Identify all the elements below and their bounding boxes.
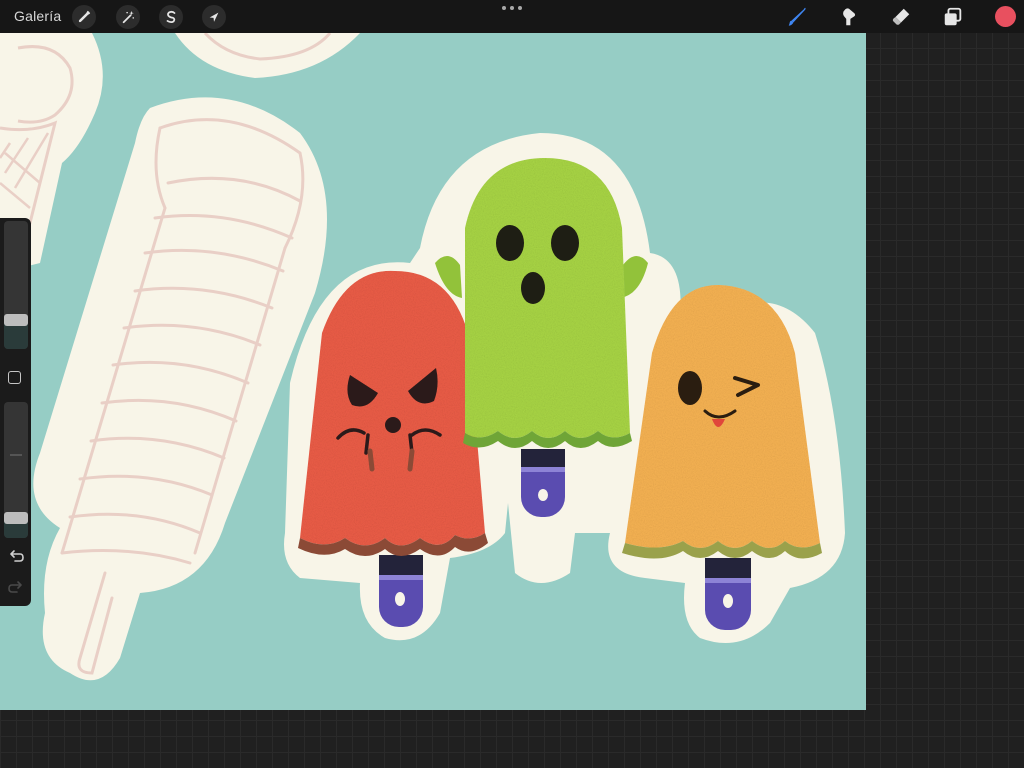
gallery-button[interactable]: Galería xyxy=(14,8,61,24)
magic-wand-icon xyxy=(122,10,135,24)
color-picker-swatch[interactable] xyxy=(995,6,1016,27)
brush-opacity-slider[interactable] xyxy=(4,402,28,538)
redo-icon[interactable] xyxy=(8,579,24,595)
smudge-icon xyxy=(843,8,856,26)
procreate-app: Galería xyxy=(0,0,1024,768)
brush-opacity-thumb[interactable] xyxy=(4,512,28,524)
top-toolbar: Galería xyxy=(0,0,1024,33)
actions-button[interactable] xyxy=(72,5,96,29)
undo-icon[interactable] xyxy=(8,548,24,564)
drawing-canvas[interactable] xyxy=(0,33,866,710)
more-options-handle[interactable] xyxy=(502,4,522,12)
eraser-icon xyxy=(892,8,910,25)
brush-size-slider[interactable] xyxy=(4,221,28,349)
arrow-cursor-icon xyxy=(209,12,219,22)
adjustments-button[interactable] xyxy=(116,5,140,29)
layers-button[interactable] xyxy=(940,4,966,30)
brush-size-thumb[interactable] xyxy=(4,314,28,326)
dot-icon xyxy=(502,6,506,10)
wrench-icon xyxy=(78,10,91,23)
dot-icon xyxy=(518,6,522,10)
slider-tick xyxy=(10,454,22,456)
smudge-tool-button[interactable] xyxy=(836,4,862,30)
transform-button[interactable] xyxy=(202,5,226,29)
dot-icon xyxy=(510,6,514,10)
paint-tool-button[interactable] xyxy=(784,4,810,30)
brush-icon xyxy=(788,7,806,26)
selection-button[interactable] xyxy=(159,5,183,29)
modify-button[interactable] xyxy=(8,371,21,384)
erase-tool-button[interactable] xyxy=(888,4,914,30)
selection-s-icon xyxy=(166,10,176,24)
brush-sidebar xyxy=(0,218,31,606)
layers-icon xyxy=(944,7,962,26)
